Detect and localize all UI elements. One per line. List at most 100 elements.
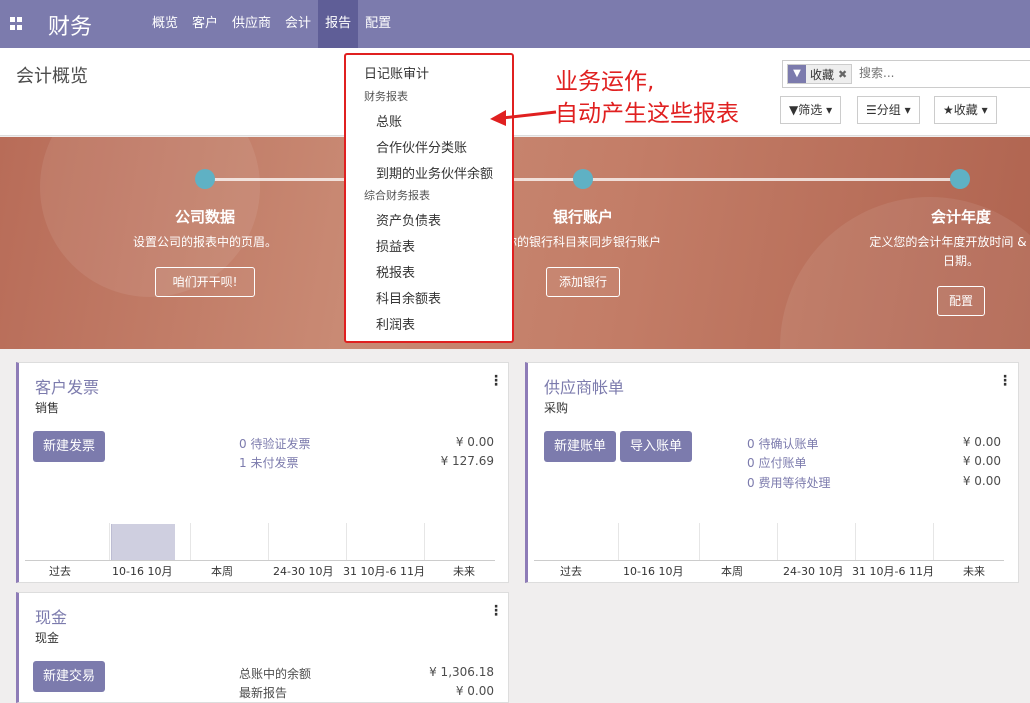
x-tick-label: 本周: [721, 565, 743, 578]
stat-label: 总账中的余额: [239, 667, 312, 681]
grid-line: [933, 523, 934, 561]
x-tick-label: 过去: [49, 565, 71, 578]
x-tick-label: 本周: [211, 565, 233, 578]
menu-tax-report[interactable]: 税报表: [376, 262, 415, 281]
stat-value: ¥ 0.00: [962, 435, 1001, 449]
menu-overview[interactable]: 概览: [145, 0, 185, 48]
x-tick-label: 未来: [963, 565, 985, 578]
grid-line: [699, 523, 700, 561]
main-menu: 概览 客户 供应商 会计 报告 配置: [145, 0, 398, 48]
menu-income-statement[interactable]: 利润表: [376, 314, 415, 333]
stat-link[interactable]: 1 未付发票: [239, 454, 298, 471]
step-desc-company: 设置公司的报表中的页眉。: [132, 235, 277, 249]
apps-grid-icon[interactable]: [10, 17, 24, 31]
new-bill-button[interactable]: 新建账单: [544, 431, 617, 462]
close-icon[interactable]: ✖: [838, 68, 851, 81]
grid-line: [777, 523, 778, 561]
group-label: ☰分组: [866, 103, 901, 117]
step-dot: [950, 169, 970, 189]
x-tick-label: 过去: [560, 565, 582, 578]
vendor-bills-card: 供应商帐单 采购 ⋮ 新建账单 导入账单 0 待确认账单 ¥ 0.00 0 应付…: [525, 362, 1019, 583]
reporting-dropdown-menu: 日记账审计 财务报表 总账 合作伙伴分类账 到期的业务伙伴余额 综合财务报表 资…: [344, 53, 514, 343]
import-bill-button[interactable]: 导入账单: [620, 431, 693, 462]
menu-trial-balance[interactable]: 科目余额表: [376, 288, 441, 307]
grid-line: [424, 523, 425, 561]
search-box[interactable]: ▼ 收藏 ✖: [782, 60, 1030, 88]
new-transaction-button[interactable]: 新建交易: [33, 661, 106, 692]
menu-vendors[interactable]: 供应商: [225, 0, 278, 48]
step-dot: [195, 169, 215, 189]
chart-bar[interactable]: [111, 524, 175, 560]
grid-line: [855, 523, 856, 561]
menu-journal-audit[interactable]: 日记账审计: [364, 63, 429, 82]
favorites-label: ★收藏: [943, 103, 978, 117]
favorites-dropdown-button[interactable]: ★收藏 ▾: [934, 96, 997, 124]
facet-label: 收藏: [810, 67, 835, 82]
chart-baseline: [534, 560, 1004, 561]
group-dropdown-button[interactable]: ☰分组 ▾: [857, 96, 920, 124]
menu-customers[interactable]: 客户: [185, 0, 225, 48]
filter-label: ▼筛选: [789, 103, 823, 117]
x-tick-label: 31 10月-6 11月: [343, 565, 425, 578]
stat-value: ¥ 0.00: [962, 474, 1001, 488]
menu-reporting[interactable]: 报告: [318, 0, 359, 48]
menu-balance-sheet[interactable]: 资产负债表: [376, 210, 441, 229]
annotation-arrow-icon: [490, 110, 557, 126]
new-invoice-button[interactable]: 新建发票: [33, 431, 106, 462]
stat-value: ¥ 1,306.18: [429, 665, 494, 679]
step-title-fiscal-year: 会计年度: [930, 208, 991, 226]
card-subtitle: 采购: [544, 401, 569, 415]
stat-label: 最新报告: [239, 686, 288, 700]
stat-value: ¥ 127.69: [440, 454, 494, 468]
grid-line: [618, 523, 619, 561]
page-title: 会计概览: [16, 66, 88, 87]
step-desc-fiscal-year: 定义您的会计年度开放时间 &: [869, 235, 1027, 249]
stat-link[interactable]: 0 费用等待处理: [747, 474, 830, 491]
menu-section-header: 综合财务报表: [364, 189, 430, 202]
stat-value: ¥ 0.00: [455, 435, 494, 449]
menu-general-ledger[interactable]: 总账: [376, 111, 402, 130]
search-input[interactable]: [859, 66, 1009, 80]
grid-line: [190, 523, 191, 561]
stat-link[interactable]: 0 应付账单: [747, 454, 806, 471]
x-tick-label: 24-30 10月: [783, 565, 844, 578]
top-navbar: 财务 概览 客户 供应商 会计 报告 配置: [0, 0, 1030, 48]
card-subtitle: 现金: [35, 631, 60, 645]
x-tick-label: 10-16 10月: [623, 565, 684, 578]
more-options-icon[interactable]: ⋮: [998, 373, 1012, 389]
menu-partner-ledger[interactable]: 合作伙伴分类账: [376, 137, 467, 156]
menu-aged-partner-balance[interactable]: 到期的业务伙伴余额: [376, 163, 493, 182]
step-dot: [573, 169, 593, 189]
stat-value: ¥ 0.00: [455, 684, 494, 698]
chart-baseline: [25, 560, 495, 561]
search-facet[interactable]: ▼ 收藏 ✖: [787, 64, 853, 84]
stat-link[interactable]: 0 待确认账单: [747, 435, 818, 452]
more-options-icon[interactable]: ⋮: [489, 373, 503, 389]
menu-accounting[interactable]: 会计: [278, 0, 318, 48]
grid-line: [268, 523, 269, 561]
stat-link[interactable]: 0 待验证发票: [239, 435, 310, 452]
card-title[interactable]: 客户发票: [35, 374, 99, 398]
caret-down-icon: ▾: [904, 103, 911, 117]
app-brand: 财务: [48, 15, 93, 40]
menu-section-header: 财务报表: [364, 90, 408, 103]
fiscal-year-config-button[interactable]: 配置: [937, 286, 985, 316]
menu-configuration[interactable]: 配置: [358, 0, 398, 48]
annotation-line-1: 业务运作,: [555, 69, 655, 95]
grid-line: [109, 523, 110, 561]
add-bank-button[interactable]: 添加银行: [546, 267, 620, 297]
x-tick-label: 31 10月-6 11月: [852, 565, 934, 578]
caret-down-icon: ▾: [826, 103, 833, 117]
card-title[interactable]: 现金: [35, 604, 67, 628]
customer-invoices-card: 客户发票 销售 ⋮ 新建发票 0 待验证发票 ¥ 0.00 1 未付发票 ¥ 1…: [16, 362, 509, 583]
x-tick-label: 10-16 10月: [112, 565, 173, 578]
x-tick-label: 未来: [453, 565, 475, 578]
menu-profit-and-loss[interactable]: 损益表: [376, 236, 415, 255]
card-title[interactable]: 供应商帐单: [544, 374, 624, 398]
cash-card: 现金 现金 ⋮ 新建交易 总账中的余额 ¥ 1,306.18 最新报告 ¥ 0.…: [16, 592, 509, 703]
annotation-line-2: 自动产生这些报表: [555, 101, 739, 127]
filter-dropdown-button[interactable]: ▼筛选 ▾: [780, 96, 842, 124]
more-options-icon[interactable]: ⋮: [489, 603, 503, 619]
filter-icon: ▼: [788, 65, 806, 83]
company-setup-button[interactable]: 咱们开干呗!: [155, 267, 255, 297]
